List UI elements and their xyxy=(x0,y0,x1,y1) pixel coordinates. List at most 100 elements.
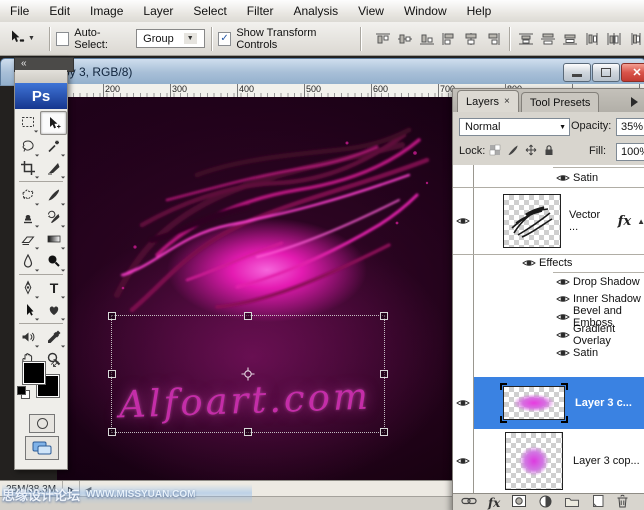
distribute-top-edges-button[interactable] xyxy=(518,32,534,46)
visibility-eye-icon[interactable] xyxy=(553,348,573,358)
default-colors-icon[interactable] xyxy=(17,386,29,398)
transform-bounding-box[interactable] xyxy=(111,315,385,433)
visibility-eye-icon[interactable] xyxy=(453,216,473,226)
eyedropper-tool[interactable] xyxy=(41,326,67,348)
audio-annotation-tool[interactable] xyxy=(15,326,41,348)
tab-layers[interactable]: Layers × xyxy=(457,90,519,112)
move-tool[interactable] xyxy=(40,111,67,135)
fill-input[interactable]: 100% xyxy=(616,143,644,161)
opacity-input[interactable]: 35% xyxy=(616,118,644,136)
transform-handle-nw[interactable] xyxy=(108,312,116,320)
transform-reference-point[interactable] xyxy=(241,367,255,381)
effects-header-row[interactable]: Effects xyxy=(453,253,644,272)
visibility-eye-icon[interactable] xyxy=(553,330,573,340)
gradient-tool[interactable] xyxy=(41,228,67,250)
menu-edit[interactable]: Edit xyxy=(39,1,80,21)
screen-mode-button[interactable] xyxy=(25,436,59,460)
blend-mode-dropdown[interactable]: Normal ▼ xyxy=(459,118,570,136)
align-horizontal-centers-button[interactable] xyxy=(463,32,479,46)
panel-menu-icon[interactable] xyxy=(631,97,643,107)
visibility-eye-icon[interactable] xyxy=(453,456,473,466)
horizontal-scrollbar-track[interactable] xyxy=(0,496,452,510)
brush-tool[interactable] xyxy=(41,184,67,206)
visibility-eye-icon[interactable] xyxy=(453,398,473,408)
auto-select-checkbox[interactable] xyxy=(56,32,69,46)
custom-shape-tool[interactable] xyxy=(41,299,67,321)
effect-row-gradient-overlay[interactable]: Gradient Overlay xyxy=(553,326,644,344)
link-layers-icon[interactable] xyxy=(461,494,477,510)
effect-row-satin-top[interactable]: Satin xyxy=(553,167,644,188)
menu-image[interactable]: Image xyxy=(80,1,133,21)
document-title-bar[interactable]: py 3, RGB/8) ✕ xyxy=(0,58,644,86)
layer-row-layer3cop[interactable]: Layer 3 cop... xyxy=(453,429,644,493)
transform-handle-s[interactable] xyxy=(244,428,252,436)
layer-row-layer3c-selected[interactable]: Layer 3 c... xyxy=(453,377,644,429)
tool-preset-picker[interactable]: ▼ xyxy=(0,29,43,48)
distribute-horizontal-centers-button[interactable] xyxy=(606,32,622,46)
tab-tool-presets[interactable]: Tool Presets xyxy=(521,92,600,112)
menu-help[interactable]: Help xyxy=(457,1,502,21)
close-button[interactable]: ✕ xyxy=(621,63,644,82)
align-left-edges-button[interactable] xyxy=(441,32,457,46)
adjustment-layer-icon[interactable] xyxy=(538,494,553,510)
lock-transparency-icon[interactable] xyxy=(489,144,501,159)
new-layer-icon[interactable] xyxy=(591,494,605,510)
collapse-effects-icon[interactable]: ▲ xyxy=(637,217,644,226)
layer-thumbnail[interactable] xyxy=(505,432,563,490)
distribute-left-edges-button[interactable] xyxy=(584,32,600,46)
lasso-tool[interactable] xyxy=(15,135,41,157)
lock-all-icon[interactable] xyxy=(543,144,555,159)
distribute-right-edges-button[interactable] xyxy=(628,32,644,46)
distribute-bottom-edges-button[interactable] xyxy=(562,32,578,46)
slice-tool[interactable] xyxy=(41,157,67,179)
blur-tool[interactable] xyxy=(15,250,41,272)
align-vertical-centers-button[interactable] xyxy=(397,32,413,46)
menu-analysis[interactable]: Analysis xyxy=(283,1,348,21)
clone-stamp-tool[interactable] xyxy=(15,206,41,228)
layer-thumbnail[interactable] xyxy=(503,386,565,420)
menu-window[interactable]: Window xyxy=(394,1,457,21)
menu-view[interactable]: View xyxy=(348,1,394,21)
lock-position-icon[interactable] xyxy=(525,144,537,159)
close-icon[interactable]: × xyxy=(504,96,510,107)
transform-handle-se[interactable] xyxy=(380,428,388,436)
layer-style-fx-icon[interactable]: fx xyxy=(488,496,500,510)
menu-filter[interactable]: Filter xyxy=(237,1,284,21)
menu-layer[interactable]: Layer xyxy=(133,1,183,21)
rectangular-marquee-tool[interactable] xyxy=(15,111,40,133)
type-tool[interactable]: T xyxy=(41,277,67,299)
transform-handle-n[interactable] xyxy=(244,312,252,320)
pen-tool[interactable] xyxy=(15,277,41,299)
restore-button[interactable] xyxy=(592,63,620,82)
transform-handle-ne[interactable] xyxy=(380,312,388,320)
quick-mask-mode-button[interactable] xyxy=(29,414,55,433)
fx-badge[interactable]: fx xyxy=(618,214,631,229)
transform-handle-e[interactable] xyxy=(380,370,388,378)
effect-row-drop-shadow[interactable]: Drop Shadow xyxy=(553,272,644,291)
visibility-eye-icon[interactable] xyxy=(553,277,573,287)
visibility-eye-icon[interactable] xyxy=(519,258,539,268)
visibility-eye-icon[interactable] xyxy=(553,173,573,183)
distribute-vertical-centers-button[interactable] xyxy=(540,32,556,46)
transform-handle-w[interactable] xyxy=(108,370,116,378)
minimize-button[interactable] xyxy=(563,63,591,82)
status-menu-arrow-icon[interactable]: ▶ xyxy=(62,481,80,497)
crop-tool[interactable] xyxy=(15,157,41,179)
auto-select-scope-dropdown[interactable]: Group ▼ xyxy=(136,29,205,48)
align-bottom-edges-button[interactable] xyxy=(419,32,435,46)
visibility-eye-icon[interactable] xyxy=(553,294,573,304)
dodge-tool[interactable] xyxy=(41,250,67,272)
align-top-edges-button[interactable] xyxy=(375,32,391,46)
foreground-color-swatch[interactable] xyxy=(23,362,45,384)
layer-thumbnail[interactable] xyxy=(503,194,561,248)
magic-wand-tool[interactable] xyxy=(41,135,67,157)
transform-handle-sw[interactable] xyxy=(108,428,116,436)
menu-file[interactable]: File xyxy=(0,1,39,21)
healing-brush-tool[interactable] xyxy=(15,184,41,206)
effect-row-satin[interactable]: Satin xyxy=(553,344,644,362)
new-group-icon[interactable] xyxy=(564,495,580,510)
scroll-left-arrow-icon[interactable]: ◀ xyxy=(80,485,96,494)
lock-pixels-icon[interactable] xyxy=(507,144,519,159)
menu-select[interactable]: Select xyxy=(183,1,236,21)
visibility-eye-icon[interactable] xyxy=(553,312,573,322)
